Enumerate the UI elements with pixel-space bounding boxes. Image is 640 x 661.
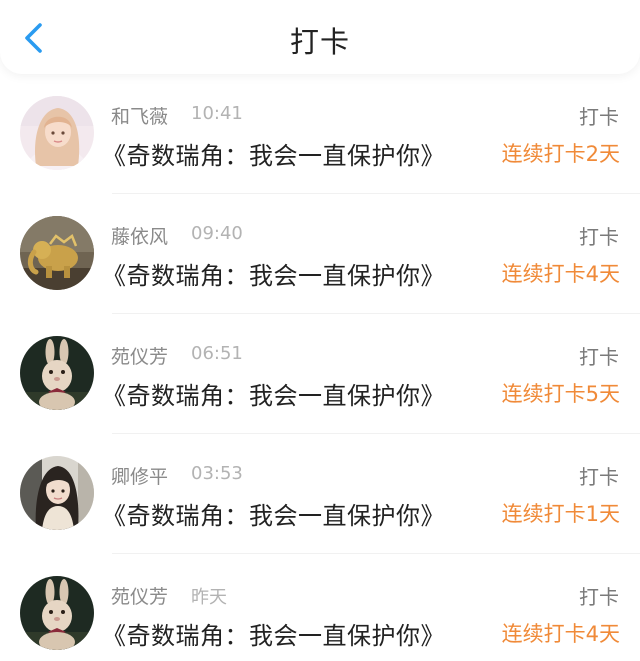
user-name: 藤依风: [111, 226, 169, 248]
list-item[interactable]: 苑仪芳 06:51 《奇数瑞角：我会一直保护你》 打卡 连续打卡5天: [0, 314, 640, 434]
checkin-page: 打卡 和飞薇 10:41 《奇数瑞角：我会一直保护你》 打卡 连续打卡2天 藤依…: [0, 0, 640, 661]
avatar[interactable]: [20, 576, 94, 650]
rabbit-avatar-icon: [20, 576, 94, 650]
checkin-time: 03:53: [191, 463, 243, 484]
book-title: 《奇数瑞角：我会一直保护你》: [102, 142, 445, 170]
checkin-time: 昨天: [191, 587, 227, 608]
checkin-time: 06:51: [191, 343, 243, 364]
avatar[interactable]: [20, 216, 94, 290]
rabbit-avatar-icon: [20, 336, 94, 410]
elephant-avatar-icon: [20, 216, 94, 290]
checkin-label: 打卡: [579, 105, 619, 129]
checkin-label: 打卡: [579, 345, 619, 369]
avatar[interactable]: [20, 456, 94, 530]
checkin-label: 打卡: [579, 585, 619, 609]
book-title: 《奇数瑞角：我会一直保护你》: [102, 382, 445, 410]
checkin-time: 09:40: [191, 223, 243, 244]
avatar[interactable]: [20, 336, 94, 410]
top-bar: 打卡: [0, 0, 640, 74]
checkin-label: 打卡: [579, 225, 619, 249]
streak-label: 连续打卡2天: [501, 142, 620, 166]
list-item[interactable]: 藤依风 09:40 《奇数瑞角：我会一直保护你》 打卡 连续打卡4天: [0, 194, 640, 314]
girl-avatar-icon: [20, 456, 94, 530]
list-item[interactable]: 卿修平 03:53 《奇数瑞角：我会一直保护你》 打卡 连续打卡1天: [0, 434, 640, 554]
list-item[interactable]: 苑仪芳 昨天 《奇数瑞角：我会一直保护你》 打卡 连续打卡4天: [0, 554, 640, 661]
list-item[interactable]: 和飞薇 10:41 《奇数瑞角：我会一直保护你》 打卡 连续打卡2天: [0, 74, 640, 194]
user-name: 苑仪芳: [111, 346, 169, 368]
user-name: 和飞薇: [111, 106, 169, 128]
streak-label: 连续打卡4天: [501, 262, 620, 286]
user-name: 苑仪芳: [111, 586, 169, 608]
user-name: 卿修平: [111, 466, 169, 488]
avatar[interactable]: [20, 96, 94, 170]
streak-label: 连续打卡1天: [501, 502, 620, 526]
checkin-time: 10:41: [191, 103, 243, 124]
girl-avatar-icon: [20, 96, 94, 170]
checkin-list: 和飞薇 10:41 《奇数瑞角：我会一直保护你》 打卡 连续打卡2天 藤依风 0…: [0, 74, 640, 661]
streak-label: 连续打卡5天: [501, 382, 620, 406]
streak-label: 连续打卡4天: [501, 622, 620, 646]
checkin-label: 打卡: [579, 465, 619, 489]
page-title: 打卡: [289, 25, 350, 59]
book-title: 《奇数瑞角：我会一直保护你》: [102, 502, 445, 530]
book-title: 《奇数瑞角：我会一直保护你》: [102, 262, 445, 290]
book-title: 《奇数瑞角：我会一直保护你》: [102, 622, 445, 650]
